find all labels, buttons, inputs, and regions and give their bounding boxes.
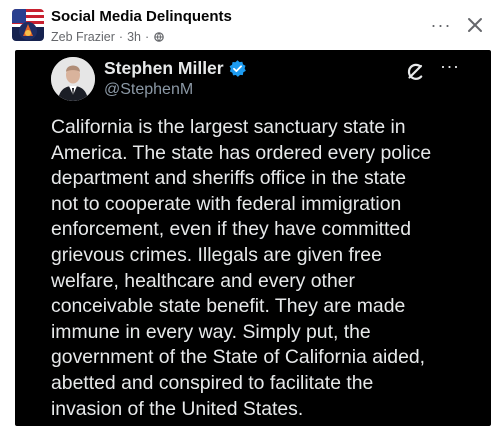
post-header: Social Media Delinquents Zeb Frazier · 3… [0,0,500,50]
post-author[interactable]: Zeb Frazier [51,30,115,44]
post-meta: Zeb Frazier · 3h · [51,30,164,44]
tweet-author-name[interactable]: Stephen Miller [104,58,247,79]
close-icon [468,18,482,32]
post-more-button[interactable]: ··· [428,12,454,38]
meta-separator: · [144,30,150,44]
tweet-avatar [51,57,95,101]
globe-icon [154,32,164,42]
group-name[interactable]: Social Media Delinquents [51,8,232,25]
tweet-text: California is the largest sanctuary stat… [51,116,432,420]
post-time[interactable]: 3h [127,30,141,44]
tweet-more-button[interactable]: ··· [440,56,459,77]
verified-badge-icon [229,60,246,77]
group-avatar[interactable] [12,9,44,41]
close-button[interactable] [462,12,488,38]
meta-separator: · [118,30,124,44]
tweet-author-label: Stephen Miller [104,58,224,78]
grok-icon[interactable] [405,62,425,82]
tweet-screenshot[interactable]: Stephen Miller @StephenM ··· California … [15,50,491,426]
tweet-author-handle[interactable]: @StephenM [104,81,193,99]
